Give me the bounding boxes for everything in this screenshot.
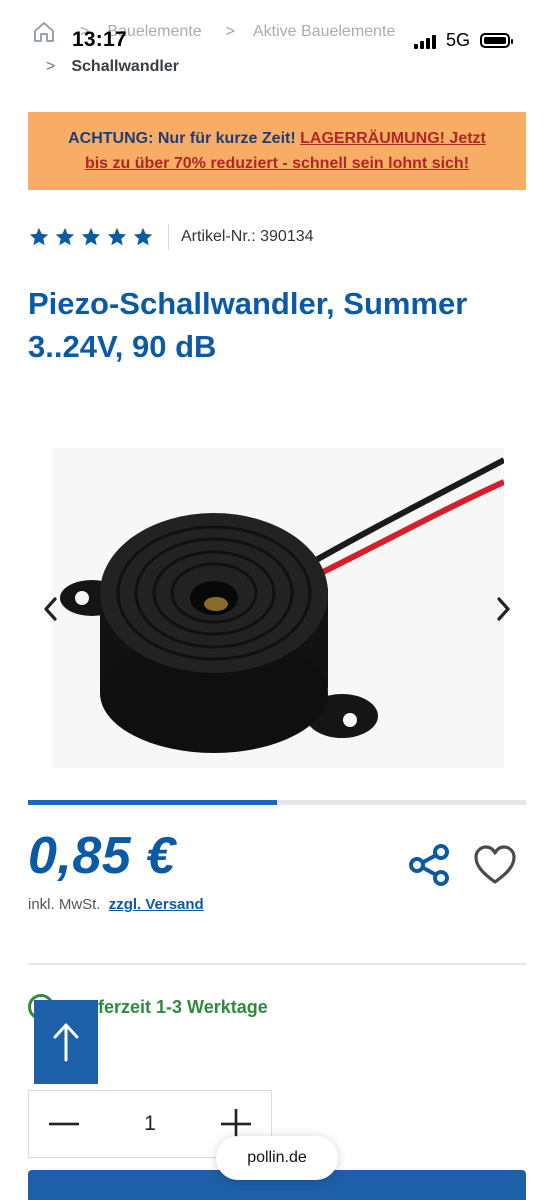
- vat-info: inkl. MwSt. zzgl. Versand: [28, 896, 204, 913]
- heart-icon[interactable]: [472, 843, 518, 887]
- signal-icon: [413, 33, 436, 49]
- quantity-value[interactable]: 1: [144, 1112, 156, 1136]
- promo-banner[interactable]: ACHTUNG: Nur für kurze Zeit! LAGERRÄUMUN…: [28, 112, 526, 190]
- promo-line-2: bis zu über 70% reduziert - schnell sein…: [85, 151, 469, 176]
- delivery-time: ferzeit 1-3 Werktage: [98, 996, 268, 1017]
- breadcrumb-separator: >: [46, 58, 56, 75]
- product-image-carousel[interactable]: [28, 448, 526, 778]
- article-number: Artikel-Nr.: 390134: [181, 228, 314, 245]
- divider: [168, 224, 169, 250]
- product-title: Piezo-Schallwandler, Summer 3..24V, 90 d…: [28, 286, 468, 364]
- breadcrumb-current: > Schallwandler: [46, 58, 179, 76]
- promo-link[interactable]: LAGERRÄUMUNG! Jetzt: [300, 130, 486, 147]
- network-type: 5G: [445, 30, 470, 50]
- minus-icon[interactable]: [47, 1107, 81, 1141]
- browser-url-pill[interactable]: pollin.de: [216, 1136, 338, 1180]
- chevron-right-icon[interactable]: [490, 594, 518, 624]
- status-time: 13:17: [72, 28, 127, 51]
- product-image[interactable]: [52, 448, 506, 768]
- vat-text: inkl. MwSt.: [28, 896, 101, 913]
- star-icon: [107, 227, 127, 246]
- product-rating[interactable]: Artikel-Nr.: 390134: [28, 224, 314, 250]
- status-indicators: 5G: [413, 30, 513, 51]
- star-icon: [81, 227, 101, 246]
- promo-link-2[interactable]: bis zu über 70% reduziert - schnell sein…: [85, 155, 469, 172]
- promo-line-1: ACHTUNG: Nur für kurze Zeit! LAGERRÄUMUN…: [68, 126, 486, 151]
- shipping-link[interactable]: zzgl. Versand: [109, 896, 204, 913]
- breadcrumb-current-label[interactable]: Schallwandler: [71, 58, 179, 76]
- chevron-left-icon[interactable]: [36, 594, 64, 624]
- promo-prefix: ACHTUNG: Nur für kurze Zeit!: [68, 130, 301, 147]
- divider: [28, 963, 526, 965]
- arrow-up-icon: [53, 1023, 79, 1062]
- star-icon: [29, 227, 49, 246]
- star-icon: [55, 227, 75, 246]
- home-icon[interactable]: [32, 20, 56, 44]
- back-to-top-button[interactable]: [34, 1000, 98, 1084]
- breadcrumb-item-aktive-bauelemente[interactable]: Aktive Bauelemente: [253, 23, 395, 41]
- carousel-progress: [28, 800, 526, 805]
- share-icon[interactable]: [406, 842, 452, 888]
- carousel-progress-fill: [28, 800, 277, 805]
- product-price: 0,85 €: [28, 827, 176, 885]
- star-icon: [133, 227, 153, 246]
- breadcrumb-separator: >: [225, 23, 235, 40]
- battery-icon: [480, 33, 513, 48]
- rating-stars[interactable]: [28, 226, 154, 248]
